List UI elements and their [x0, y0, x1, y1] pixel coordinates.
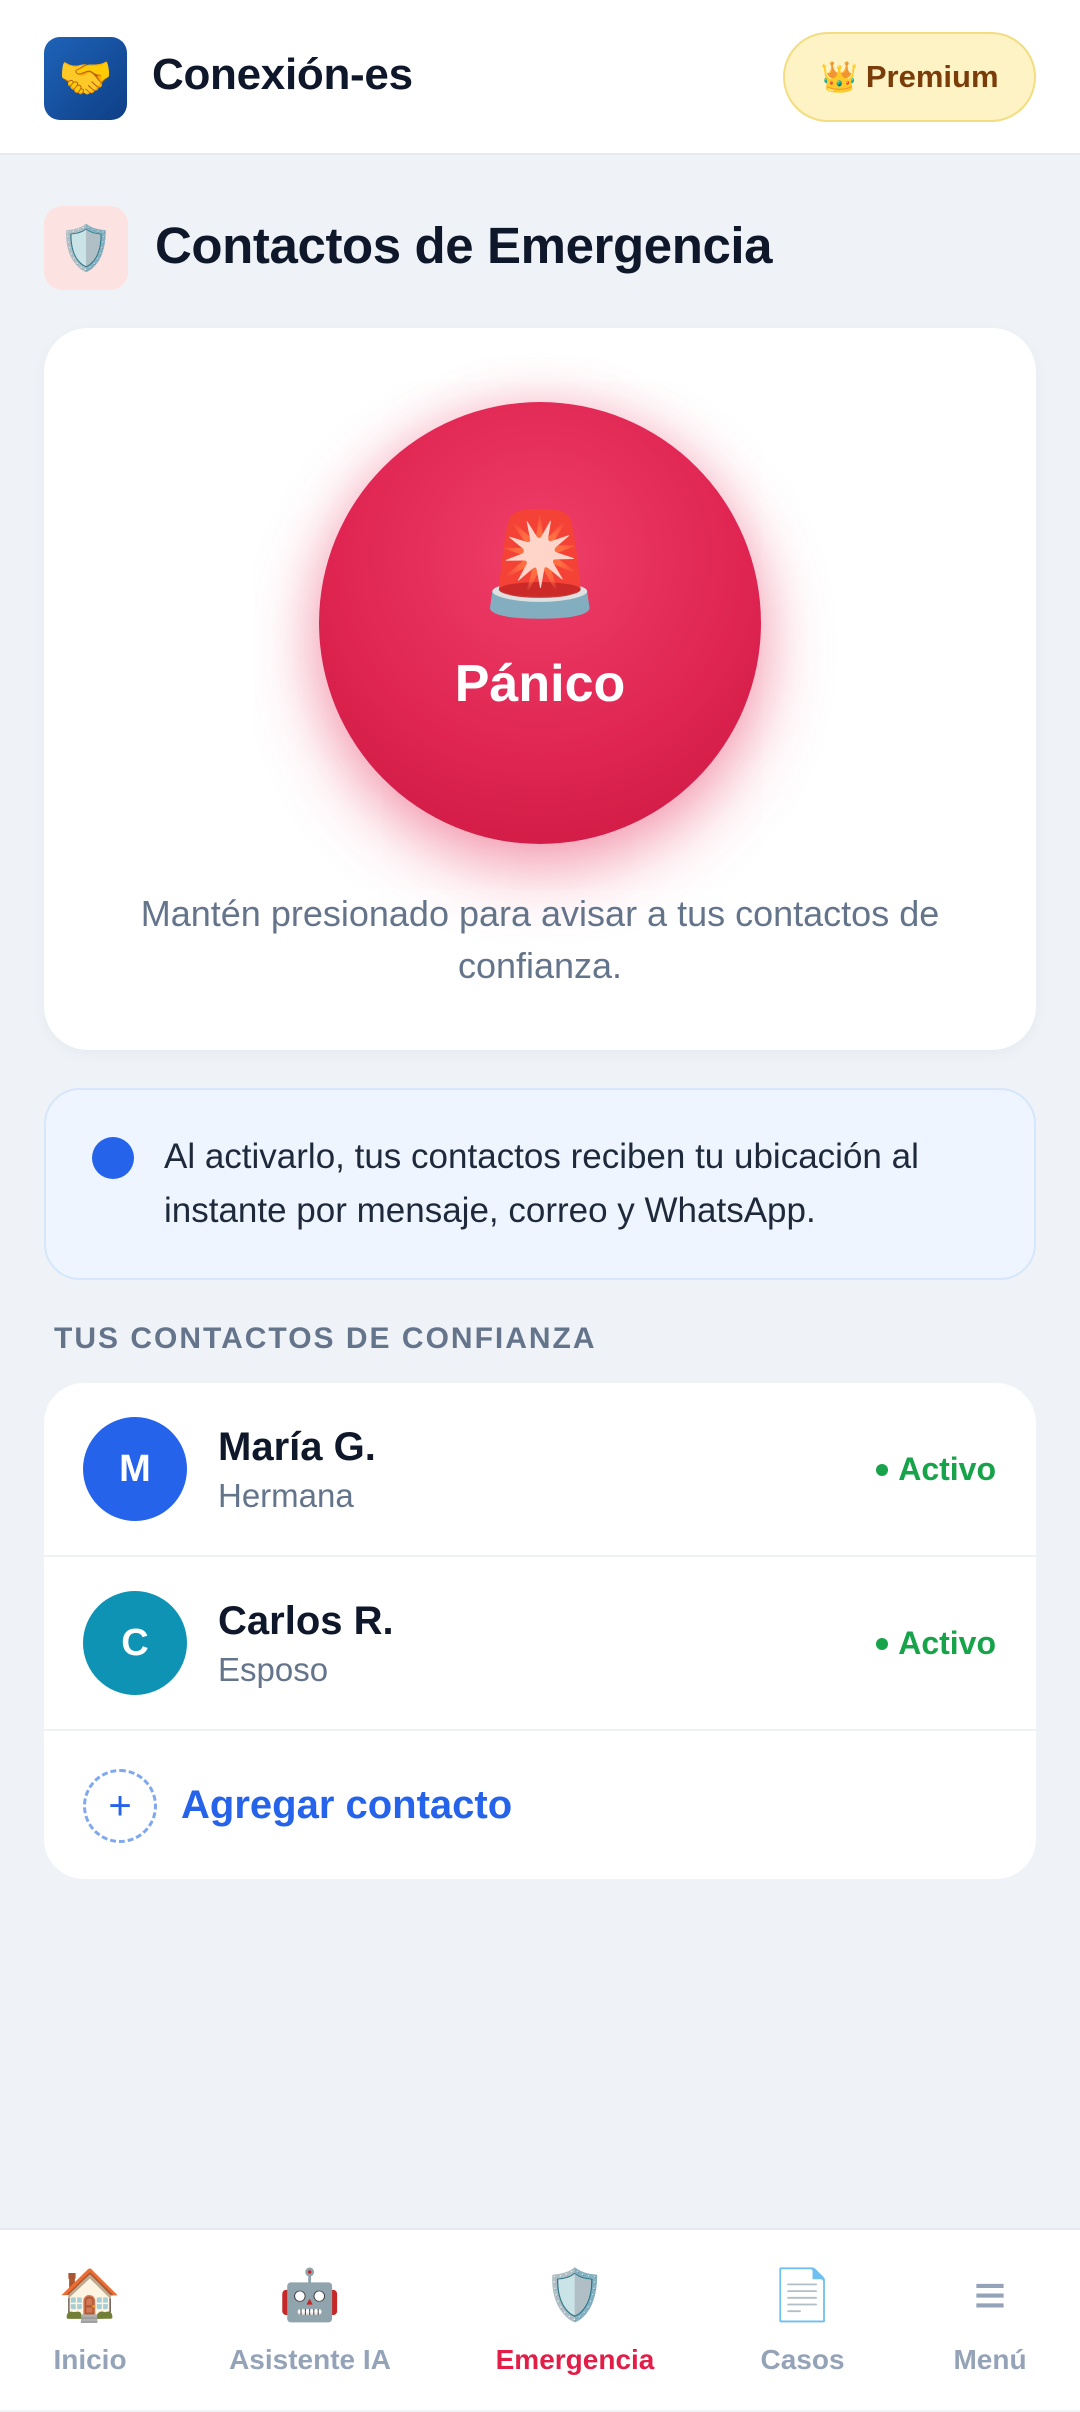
panic-label: Pánico — [454, 655, 626, 713]
contact-name: Carlos R. — [218, 1599, 394, 1643]
panic-card: 🚨 Pánico Mantén presionado para avisar a… — [44, 328, 1036, 1050]
app-name: Conexión-es — [152, 50, 413, 99]
contact-relation: Esposo — [218, 1651, 329, 1688]
page-title: Contactos de Emergencia — [155, 217, 773, 274]
nav-item-emergencia[interactable]: 🛡️ Emergencia — [470, 2230, 680, 2412]
crown-icon: 👑 — [820, 60, 858, 94]
nav-item-casos[interactable]: 📄 Casos — [735, 2230, 870, 2412]
nav-item-inicio[interactable]: 🏠 Inicio — [30, 2230, 150, 2412]
nav-label: Asistente IA — [229, 2344, 391, 2375]
home-icon: 🏠 — [58, 2267, 122, 2323]
robot-icon: 🤖 — [278, 2267, 342, 2323]
info-dot-icon — [92, 1137, 134, 1179]
status-badge: Activo — [876, 1625, 996, 1662]
contact-row[interactable]: M María G. Hermana Activo — [44, 1383, 1036, 1557]
nav-label: Casos — [760, 2344, 845, 2375]
add-contact-label: Agregar contacto — [181, 1783, 513, 1827]
avatar: C — [83, 1591, 187, 1695]
shield-icon: 🛡️ — [44, 206, 128, 290]
contacts-list: M María G. Hermana Activo C Carlos R. Es… — [44, 1383, 1036, 1879]
status-label: Activo — [898, 1625, 996, 1661]
bottom-nav: 🏠 Inicio 🤖 Asistente IA 🛡️ Emergencia 📄 … — [0, 2228, 1080, 2410]
plus-icon: + — [83, 1769, 157, 1843]
premium-label: Premium — [865, 59, 999, 94]
nav-item-asistente-ia[interactable]: 🤖 Asistente IA — [210, 2230, 410, 2412]
app-header: 🤝 Conexión-es 👑 Premium — [0, 0, 1080, 155]
status-label: Activo — [898, 1451, 996, 1487]
handshake-icon: 🤝 — [44, 37, 127, 120]
panic-button[interactable]: 🚨 Pánico — [319, 402, 761, 844]
menu-icon: ≡ — [973, 2263, 1007, 2326]
status-badge: Activo — [876, 1451, 996, 1488]
info-box: Al activarlo, tus contactos reciben tu u… — [44, 1088, 1036, 1280]
premium-button[interactable]: 👑 Premium — [783, 32, 1036, 122]
shield-icon: 🛡️ — [543, 2267, 607, 2323]
nav-item-menu[interactable]: ≡ Menú — [930, 2230, 1050, 2412]
panic-hint: Mantén presionado para avisar a tus cont… — [140, 893, 940, 986]
nav-label: Menú — [953, 2344, 1027, 2375]
info-text: Al activarlo, tus contactos reciben tu u… — [164, 1137, 919, 1230]
nav-label: Emergencia — [495, 2344, 655, 2375]
contacts-heading: TUS CONTACTOS DE CONFIANZA — [54, 1322, 597, 1355]
contact-relation: Hermana — [218, 1477, 354, 1514]
document-icon: 📄 — [771, 2267, 834, 2323]
add-contact-button[interactable]: + Agregar contacto — [44, 1731, 1036, 1879]
status-dot-icon — [876, 1637, 889, 1650]
nav-label: Inicio — [53, 2344, 127, 2375]
siren-icon: 🚨 — [477, 508, 603, 620]
avatar: M — [83, 1417, 187, 1521]
status-dot-icon — [876, 1463, 889, 1476]
contact-row[interactable]: C Carlos R. Esposo Activo — [44, 1557, 1036, 1731]
contact-name: María G. — [218, 1425, 376, 1469]
